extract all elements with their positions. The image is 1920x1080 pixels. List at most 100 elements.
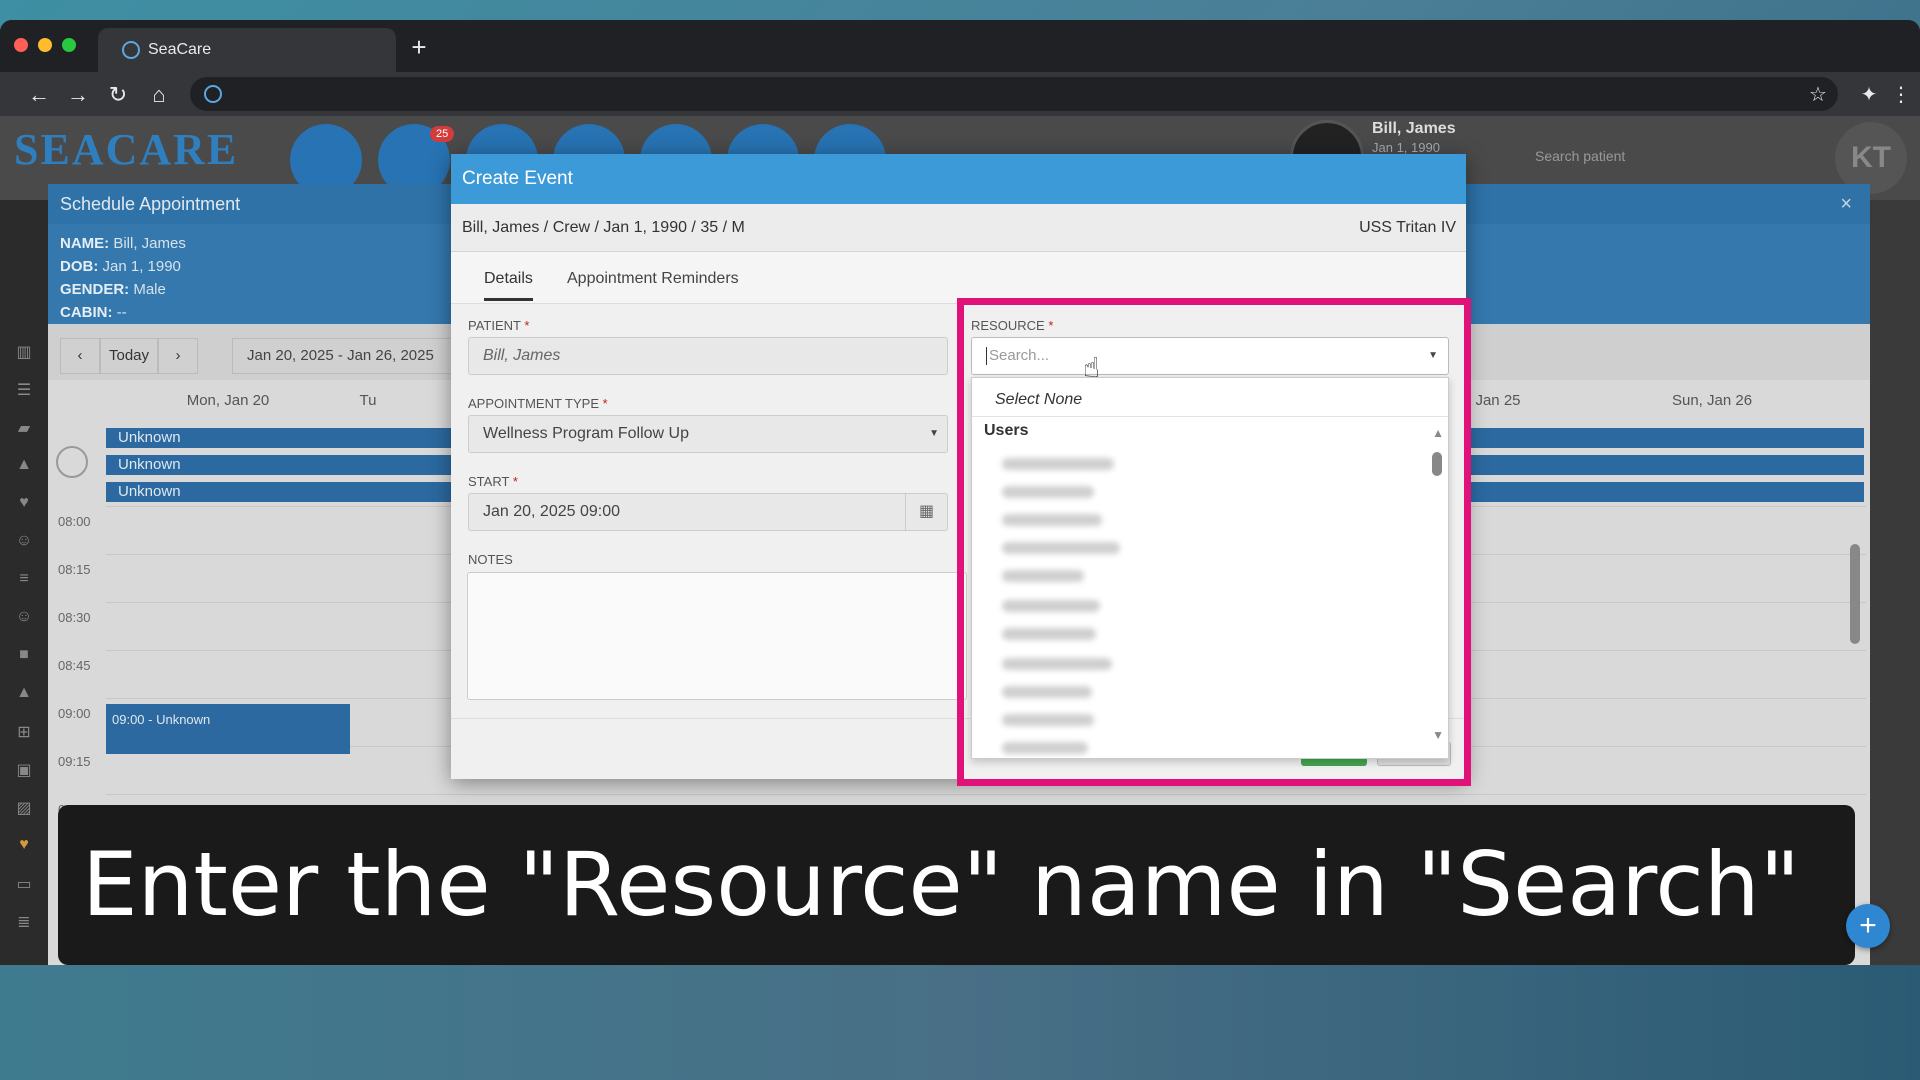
patient-field[interactable]: Bill, James (468, 337, 948, 375)
today-button[interactable]: Today (100, 338, 158, 374)
tab-title: SeaCare (148, 41, 212, 58)
select-none-option[interactable]: Select None (995, 391, 1082, 409)
resource-dropdown: Select None Users ▲ ▼ (971, 377, 1449, 759)
sort-icon[interactable]: ≡ (14, 570, 34, 587)
chart-icon[interactable]: ▥ (14, 342, 34, 361)
heart-icon[interactable]: ♥ (14, 494, 34, 511)
scroll-down-icon[interactable]: ▼ (1432, 728, 1444, 742)
image-icon[interactable]: ▣ (14, 760, 34, 779)
time-label: 08:45 (58, 658, 91, 673)
prev-week-button[interactable]: ‹ (60, 338, 100, 374)
sort-list-icon[interactable]: ≣ (14, 912, 34, 931)
time-label: 09:00 (58, 706, 91, 721)
smile-icon[interactable]: ☺ (14, 532, 34, 549)
chevron-down-icon: ▼ (1428, 350, 1438, 361)
notes-textarea[interactable] (467, 572, 967, 700)
time-label: 08:15 (58, 562, 91, 577)
minimize-window-button[interactable] (38, 38, 52, 52)
list-item[interactable] (1002, 600, 1100, 612)
list-icon[interactable]: ☰ (14, 380, 34, 399)
tab-appointment-reminders[interactable]: Appointment Reminders (567, 270, 739, 298)
modal-tabs: Details Appointment Reminders (451, 252, 1466, 304)
list-item[interactable] (1002, 714, 1094, 726)
maximize-window-button[interactable] (62, 38, 76, 52)
browser-toolbar: ← → ↻ ⌂ ☆ ✦ ⋮ (0, 72, 1920, 116)
start-label: START * (468, 474, 518, 489)
list-item[interactable] (1002, 742, 1088, 754)
time-label: 09:15 (58, 754, 91, 769)
dropdown-divider (972, 416, 1448, 417)
list-item[interactable] (1002, 514, 1102, 526)
notes-label: NOTES (468, 552, 513, 567)
schedule-title: Schedule Appointment (60, 194, 241, 214)
seacare-logo: SEACARE (14, 125, 239, 174)
vessel-name: USS Tritan IV (1359, 219, 1456, 236)
left-sidebar: ▥ ☰ ▰ ▲ ♥ ☺ ≡ ☺ ■ ▲ ⊞ ▣ ▨ ♥ ▭ ≣ (0, 200, 48, 965)
flask-icon[interactable]: ▲ (14, 684, 34, 701)
text-cursor (986, 347, 987, 366)
plus-box-icon[interactable]: ⊞ (14, 722, 34, 741)
grid-line (106, 794, 1866, 795)
modal-title: Create Event (451, 154, 1466, 204)
close-icon[interactable]: × (1840, 184, 1852, 224)
instruction-caption: Enter the "Resource" name in "Search" (58, 805, 1855, 965)
home-icon[interactable]: ⌂ (144, 80, 174, 110)
list-item[interactable] (1002, 486, 1094, 498)
chevron-down-icon: ▼ (929, 428, 939, 439)
tab-strip: SeaCare + (0, 20, 1920, 72)
add-floating-button[interactable]: + (1846, 904, 1890, 948)
address-bar[interactable] (190, 77, 1838, 111)
bookmark-star-icon[interactable]: ☆ (1803, 80, 1833, 110)
patient-summary: Bill, James / Crew / Jan 1, 1990 / 35 / … (462, 219, 745, 236)
start-datetime-input[interactable]: Jan 20, 2025 09:00 ▦ (468, 493, 948, 531)
scroll-up-icon[interactable]: ▲ (1432, 426, 1444, 440)
calendar-scrollbar[interactable] (1850, 544, 1860, 644)
modal-patient-bar: Bill, James / Crew / Jan 1, 1990 / 35 / … (451, 204, 1466, 252)
resource-label: RESOURCE * (971, 318, 1054, 333)
new-tab-button[interactable]: + (404, 32, 434, 62)
day-header-tue: Tu (359, 392, 377, 409)
browser-tab[interactable]: SeaCare (98, 28, 396, 72)
briefcase-icon[interactable]: ■ (14, 646, 34, 663)
heart-active-icon[interactable]: ♥ (14, 836, 34, 853)
calendar-icon[interactable]: ▦ (905, 494, 947, 530)
forward-arrow-icon[interactable]: → (63, 80, 93, 110)
background-bottom (0, 965, 1920, 1080)
document-icon[interactable]: ▭ (14, 874, 34, 893)
gallery-icon[interactable]: ▨ (14, 798, 34, 817)
day-header-sun: Sun, Jan 26 (1671, 392, 1753, 409)
list-item[interactable] (1002, 658, 1112, 670)
face-icon[interactable]: ☺ (14, 608, 34, 625)
appointment-type-label: APPOINTMENT TYPE * (468, 396, 608, 411)
search-patient-input[interactable]: Search patient (1505, 142, 1715, 170)
time-label: 08:30 (58, 610, 91, 625)
reload-icon[interactable]: ↻ (103, 80, 133, 110)
list-item[interactable] (1002, 458, 1114, 470)
dropdown-scrollbar-thumb[interactable] (1432, 452, 1442, 476)
hand-cursor-icon: ☝ (1083, 352, 1101, 383)
header-user-dob: Jan 1, 1990 (1372, 140, 1440, 155)
list-item[interactable] (1002, 628, 1096, 640)
appointment-type-select[interactable]: Wellness Program Follow Up ▼ (468, 415, 948, 453)
warning-icon[interactable]: ▲ (14, 456, 34, 473)
day-header-mon: Mon, Jan 20 (186, 392, 270, 409)
users-group-label: Users (984, 422, 1029, 439)
calendar-event[interactable]: 09:00 - Unknown (106, 704, 350, 754)
browser-menu-icon[interactable]: ⋮ (1886, 80, 1916, 110)
close-window-button[interactable] (14, 38, 28, 52)
patient-label: PATIENT * (468, 318, 530, 333)
extensions-puzzle-icon[interactable]: ✦ (1854, 80, 1884, 110)
list-item[interactable] (1002, 542, 1120, 554)
seacare-favicon-icon (122, 41, 140, 59)
list-item[interactable] (1002, 686, 1092, 698)
resource-search-input[interactable]: Search... ▼ (971, 337, 1449, 375)
next-week-button[interactable]: › (158, 338, 198, 374)
header-user-name: Bill, James (1372, 120, 1456, 137)
tab-details[interactable]: Details (484, 270, 533, 301)
back-arrow-icon[interactable]: ← (24, 80, 54, 110)
list-item[interactable] (1002, 570, 1084, 582)
time-label: 08:00 (58, 514, 91, 529)
notification-badge: 25 (430, 126, 455, 142)
folder-icon[interactable]: ▰ (14, 418, 34, 437)
clock-icon (56, 446, 88, 478)
